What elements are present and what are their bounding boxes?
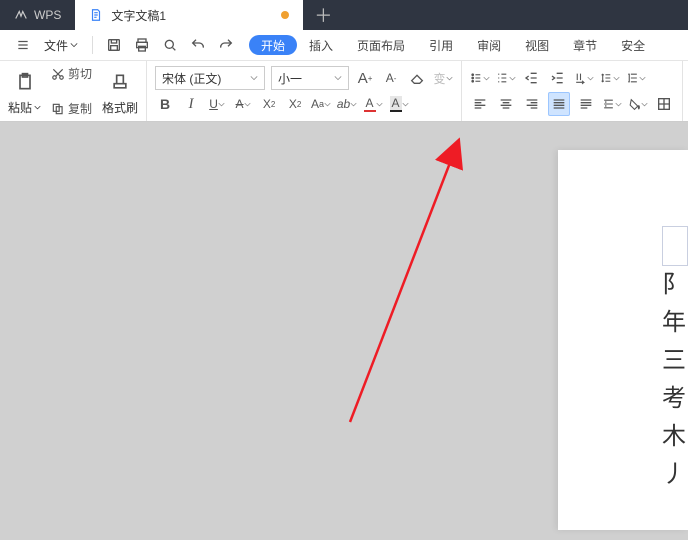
bullets-button[interactable] [470, 67, 490, 89]
group-clipboard: 粘贴 剪切 复制 格式刷 [0, 61, 147, 121]
font-name-select[interactable]: 宋体 (正文) [155, 66, 265, 90]
brush-icon [110, 72, 130, 92]
page-content: 阝 年 三 考 木 丿 [662, 226, 688, 494]
numbering-icon [496, 70, 509, 86]
align-right-button[interactable] [522, 93, 542, 115]
tab-review[interactable]: 审阅 [465, 30, 513, 60]
print-preview-button[interactable] [161, 36, 179, 54]
tab-icon [626, 70, 639, 86]
cut-button[interactable]: 剪切 [49, 65, 94, 82]
app-name: WPS [34, 8, 61, 22]
redo-button[interactable] [217, 36, 235, 54]
underline-button[interactable]: U [207, 93, 227, 115]
text-dir-icon [574, 70, 587, 86]
file-menu-label: 文件 [44, 37, 68, 54]
strikethrough-button[interactable]: A [233, 93, 253, 115]
tab-start[interactable]: 开始 [249, 35, 297, 55]
tab-section[interactable]: 章节 [561, 30, 609, 60]
document-tab[interactable]: 文字文稿1 [75, 0, 303, 30]
paste-button[interactable] [8, 65, 41, 98]
print-button[interactable] [133, 36, 151, 54]
paste-label[interactable]: 粘贴 [8, 98, 41, 117]
font-size-select[interactable]: 小一 [271, 66, 349, 90]
increase-indent-button[interactable] [548, 67, 568, 89]
change-case-button[interactable]: Aa [311, 93, 331, 115]
align-left-icon [472, 96, 488, 112]
align-dist-icon [578, 96, 594, 112]
chevron-down-icon [34, 104, 41, 111]
align-left-button[interactable] [470, 93, 490, 115]
line-space-icon [600, 70, 613, 86]
tab-view[interactable]: 视图 [513, 30, 561, 60]
tab-stops-button[interactable] [626, 67, 646, 89]
chevron-down-icon [250, 71, 258, 85]
line-spacing-button[interactable] [600, 67, 620, 89]
highlight-button[interactable]: A [389, 93, 409, 115]
tab-pagelayout[interactable]: 页面布局 [345, 30, 417, 60]
tab-insert[interactable]: 插入 [297, 30, 345, 60]
tab-security[interactable]: 安全 [609, 30, 657, 60]
borders-button[interactable] [654, 93, 674, 115]
text-effect-button[interactable]: ab [337, 93, 357, 115]
format-brush-button[interactable] [102, 65, 138, 98]
format-brush-label: 格式刷 [102, 98, 138, 117]
superscript-button[interactable]: X2 [259, 93, 279, 115]
border-icon [656, 96, 672, 112]
font-color-button[interactable]: A [363, 93, 383, 115]
bold-button[interactable]: B [155, 93, 175, 115]
bucket-icon [628, 96, 641, 112]
tab-references[interactable]: 引用 [417, 30, 465, 60]
file-menu[interactable]: 文件 [38, 37, 84, 54]
dec-indent-icon [524, 70, 540, 86]
align-justify-button[interactable] [548, 92, 570, 116]
phonetic-guide-button[interactable]: 变 [433, 67, 453, 89]
eraser-icon [409, 70, 425, 86]
para-spacing-button[interactable] [602, 93, 622, 115]
align-right-icon [524, 96, 540, 112]
unsaved-dot-icon [281, 11, 289, 19]
text-direction-button[interactable] [574, 67, 594, 89]
separator [92, 36, 93, 54]
scissors-icon [51, 67, 65, 81]
chevron-down-icon [334, 71, 342, 85]
clear-format-button[interactable] [407, 67, 427, 89]
group-paragraph [462, 61, 683, 121]
hamburger-button[interactable] [10, 38, 36, 52]
undo-button[interactable] [189, 36, 207, 54]
shrink-font-button[interactable]: A- [381, 67, 401, 89]
italic-button[interactable]: I [181, 93, 201, 115]
grow-font-button[interactable]: A+ [355, 67, 375, 89]
copy-icon [51, 102, 65, 116]
doc-icon [89, 8, 103, 22]
group-font: 宋体 (正文) 小一 A+ A- 变 B I U A X2 X2 Aa [147, 61, 462, 121]
wps-logo: WPS [0, 0, 75, 30]
align-distributed-button[interactable] [576, 93, 596, 115]
copy-button[interactable]: 复制 [49, 100, 94, 117]
para-space-icon [602, 96, 615, 112]
inc-indent-icon [550, 70, 566, 86]
decrease-indent-button[interactable] [522, 67, 542, 89]
numbering-button[interactable] [496, 67, 516, 89]
shading-button[interactable] [628, 93, 648, 115]
save-button[interactable] [105, 36, 123, 54]
new-tab-button[interactable]: ＋ [303, 0, 343, 30]
subscript-button[interactable]: X2 [285, 93, 305, 115]
document-page[interactable]: 阝 年 三 考 木 丿 [558, 150, 688, 530]
bullets-icon [470, 70, 483, 86]
align-center-button[interactable] [496, 93, 516, 115]
align-justify-icon [551, 96, 567, 112]
doc-tab-label: 文字文稿1 [111, 7, 273, 24]
align-center-icon [498, 96, 514, 112]
